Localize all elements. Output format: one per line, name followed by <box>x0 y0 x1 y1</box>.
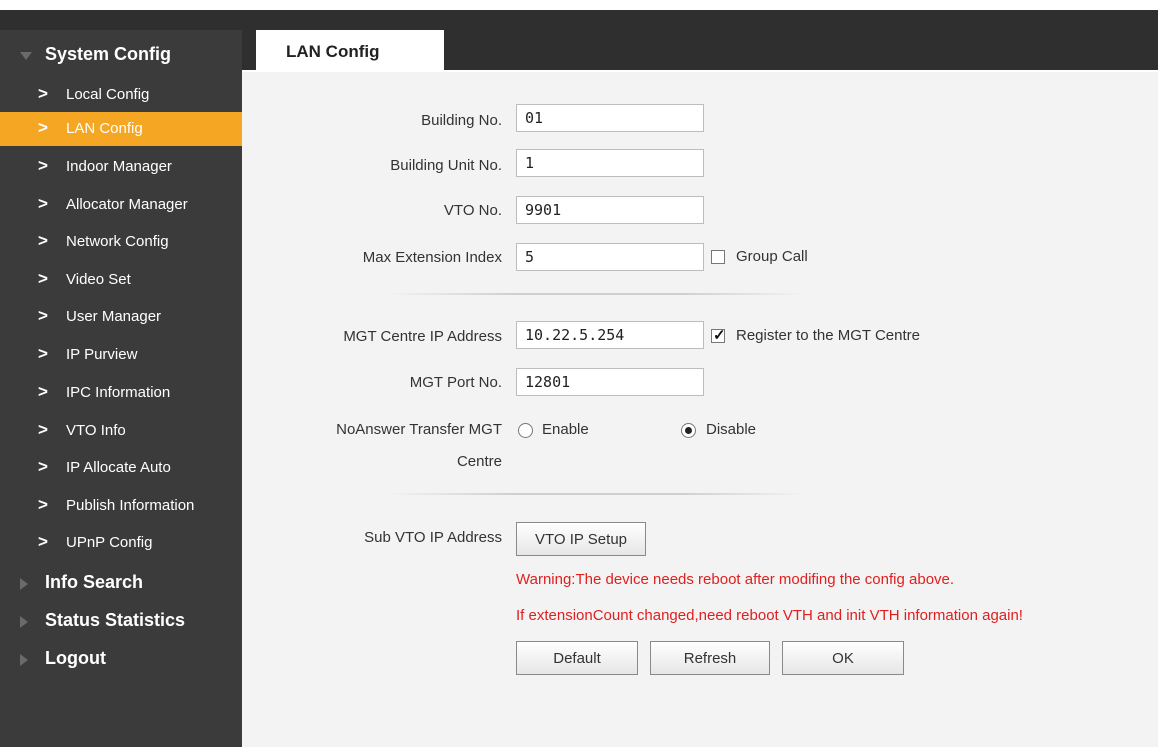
sidebar-item-label: Publish Information <box>66 497 195 514</box>
tab-label: LAN Config <box>286 42 380 61</box>
divider <box>388 493 806 495</box>
sidebar-item-ip-allocate-auto[interactable]: > IP Allocate Auto <box>0 451 242 485</box>
sidebar-item-label: User Manager <box>66 308 162 325</box>
vto-no-input[interactable] <box>516 196 704 224</box>
warning-extension-count: If extensionCount changed,need reboot VT… <box>516 607 1023 624</box>
chevron-right-icon: > <box>38 269 48 288</box>
sidebar-item-label: UPnP Config <box>66 534 153 551</box>
register-mgt-label: Register to the MGT Centre <box>736 327 920 344</box>
enable-label: Enable <box>542 421 589 438</box>
default-button[interactable]: Default <box>516 641 638 675</box>
sidebar-item-label: IPC Information <box>66 384 171 401</box>
sidebar-item-vto-info[interactable]: > VTO Info <box>0 414 242 448</box>
collapsed-arrow-icon <box>20 654 28 666</box>
chevron-right-icon: > <box>38 420 48 439</box>
collapsed-arrow-icon <box>20 578 28 590</box>
chevron-right-icon: > <box>38 84 48 103</box>
mgt-centre-ip-input[interactable] <box>516 321 704 349</box>
group-call-checkbox[interactable] <box>711 250 725 264</box>
sidebar-section-logout[interactable]: Logout <box>0 648 242 674</box>
sidebar-section-system-config[interactable]: System Config <box>0 44 242 70</box>
ok-button[interactable]: OK <box>782 641 904 675</box>
sub-vto-ip-label: Sub VTO IP Address <box>364 529 502 546</box>
vto-no-label: VTO No. <box>443 202 502 219</box>
chevron-right-icon: > <box>38 457 48 476</box>
vto-ip-setup-button[interactable]: VTO IP Setup <box>516 522 646 556</box>
chevron-right-icon: > <box>38 194 48 213</box>
sidebar-item-label: Network Config <box>66 233 169 250</box>
chevron-right-icon: > <box>38 118 48 137</box>
mgt-port-label: MGT Port No. <box>409 374 502 391</box>
sidebar-item-label: LAN Config <box>66 120 143 137</box>
sidebar-item-label: Allocator Manager <box>66 196 188 213</box>
sidebar-item-network-config[interactable]: > Network Config <box>0 225 242 259</box>
sidebar-item-lan-config[interactable]: > LAN Config <box>0 112 242 146</box>
mgt-centre-ip-label: MGT Centre IP Address <box>343 328 502 345</box>
sidebar-item-label: VTO Info <box>66 422 126 439</box>
sidebar-item-ip-purview[interactable]: > IP Purview <box>0 338 242 372</box>
group-call-label: Group Call <box>736 248 808 265</box>
max-extension-index-label: Max Extension Index <box>362 249 502 266</box>
tab-lan-config[interactable]: LAN Config <box>256 30 444 72</box>
checkmark-icon: ✓ <box>713 327 726 344</box>
warning-reboot: Warning:The device needs reboot after mo… <box>516 571 955 588</box>
collapsed-arrow-icon <box>20 616 28 628</box>
sidebar-item-label: IP Purview <box>66 346 138 363</box>
mgt-port-input[interactable] <box>516 368 704 396</box>
chevron-right-icon: > <box>38 306 48 325</box>
max-extension-index-input[interactable] <box>516 243 704 271</box>
register-mgt-checkbox[interactable]: ✓ <box>711 327 726 344</box>
sidebar-item-allocator-manager[interactable]: > Allocator Manager <box>0 188 242 222</box>
chevron-right-icon: > <box>38 495 48 514</box>
building-no-label: Building No. <box>421 112 502 129</box>
sidebar-section-status-statistics[interactable]: Status Statistics <box>0 610 242 636</box>
top-strip <box>0 0 1158 10</box>
refresh-button[interactable]: Refresh <box>650 641 770 675</box>
sidebar-item-local-config[interactable]: > Local Config <box>0 78 242 112</box>
sidebar-section-info-search[interactable]: Info Search <box>0 572 242 598</box>
chevron-right-icon: > <box>38 532 48 551</box>
chevron-right-icon: > <box>38 382 48 401</box>
disable-radio[interactable] <box>681 423 696 438</box>
sidebar-item-indoor-manager[interactable]: > Indoor Manager <box>0 150 242 184</box>
sidebar-item-label: IP Allocate Auto <box>66 459 171 476</box>
chevron-right-icon: > <box>38 231 48 250</box>
divider <box>388 293 806 295</box>
sidebar-section-label: Logout <box>45 648 106 668</box>
noanswer-transfer-label-line2: Centre <box>456 453 502 470</box>
noanswer-transfer-label-line1: NoAnswer Transfer MGT <box>336 421 502 438</box>
sidebar-section-label: System Config <box>45 44 172 64</box>
header-bar <box>0 10 1158 30</box>
sidebar-item-upnp-config[interactable]: > UPnP Config <box>0 526 242 560</box>
building-unit-no-label: Building Unit No. <box>390 157 502 174</box>
disable-label: Disable <box>706 421 757 438</box>
sidebar-item-label: Indoor Manager <box>66 158 172 175</box>
expand-arrow-icon <box>20 52 32 60</box>
radio-selected-dot <box>685 427 692 434</box>
chevron-right-icon: > <box>38 344 48 363</box>
sidebar-section-label: Info Search <box>45 572 144 592</box>
enable-radio[interactable] <box>518 423 533 438</box>
building-no-input[interactable] <box>516 104 704 132</box>
building-unit-no-input[interactable] <box>516 149 704 177</box>
sidebar-item-ipc-information[interactable]: > IPC Information <box>0 376 242 410</box>
sidebar-item-publish-information[interactable]: > Publish Information <box>0 489 242 523</box>
sidebar-section-label: Status Statistics <box>45 610 186 630</box>
sidebar-item-video-set[interactable]: > Video Set <box>0 263 242 297</box>
sidebar-item-label: Local Config <box>66 86 150 103</box>
sidebar-item-label: Video Set <box>66 271 131 288</box>
sidebar-item-user-manager[interactable]: > User Manager <box>0 300 242 334</box>
chevron-right-icon: > <box>38 156 48 175</box>
